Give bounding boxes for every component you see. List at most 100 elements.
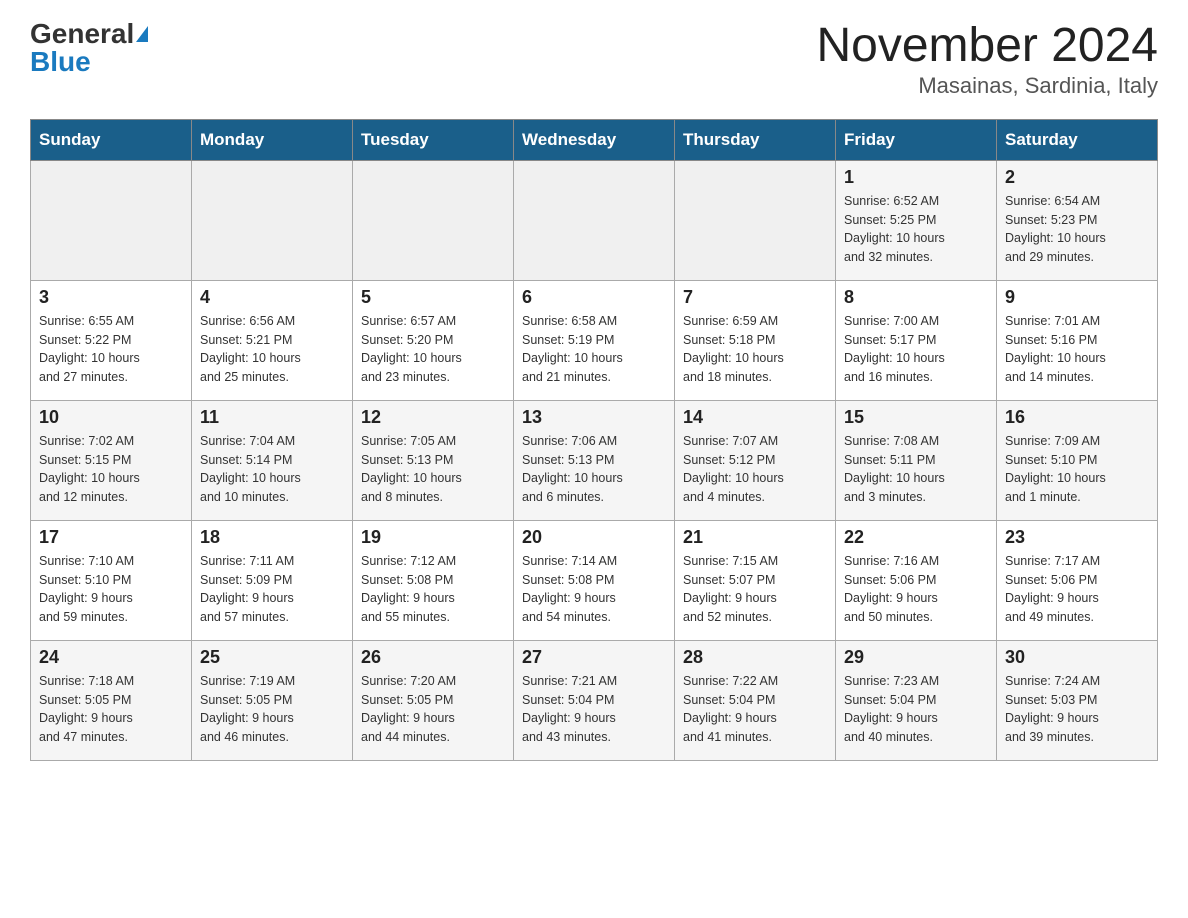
logo-triangle-icon [136,26,148,42]
day-number: 15 [844,407,988,428]
day-number: 13 [522,407,666,428]
calendar-cell: 12 Sunrise: 7:05 AM Sunset: 5:13 PM Dayli… [353,400,514,520]
calendar-cell [514,160,675,280]
header-row: SundayMondayTuesdayWednesdayThursdayFrid… [31,119,1158,160]
calendar-cell: 21 Sunrise: 7:15 AM Sunset: 5:07 PM Dayli… [675,520,836,640]
location-title: Masainas, Sardinia, Italy [816,73,1158,99]
day-info: Sunrise: 7:23 AM Sunset: 5:04 PM Dayligh… [844,672,988,747]
day-number: 11 [200,407,344,428]
calendar-cell: 7 Sunrise: 6:59 AM Sunset: 5:18 PM Daylig… [675,280,836,400]
calendar-cell: 22Sunrise: 7:16 AM Sunset: 5:06 PM Dayli… [836,520,997,640]
calendar-cell: 6 Sunrise: 6:58 AM Sunset: 5:19 PM Daylig… [514,280,675,400]
calendar-cell: 5 Sunrise: 6:57 AM Sunset: 5:20 PM Daylig… [353,280,514,400]
calendar-cell [31,160,192,280]
logo: General Blue [30,20,148,76]
day-info: Sunrise: 7:10 AM Sunset: 5:10 PM Dayligh… [39,552,183,627]
month-title: November 2024 [816,20,1158,73]
day-number: 22 [844,527,988,548]
day-number: 1 [844,167,988,188]
calendar-cell: 11 Sunrise: 7:04 AM Sunset: 5:14 PM Dayli… [192,400,353,520]
day-info: Sunrise: 7:09 AM Sunset: 5:10 PM Dayligh… [1005,432,1149,507]
day-info: Sunrise: 7:06 AM Sunset: 5:13 PM Dayligh… [522,432,666,507]
week-row-4: 17Sunrise: 7:10 AM Sunset: 5:10 PM Dayli… [31,520,1158,640]
calendar-cell: 17Sunrise: 7:10 AM Sunset: 5:10 PM Dayli… [31,520,192,640]
day-number: 30 [1005,647,1149,668]
day-info: Sunrise: 7:11 AM Sunset: 5:09 PM Dayligh… [200,552,344,627]
calendar-table: SundayMondayTuesdayWednesdayThursdayFrid… [30,119,1158,761]
day-info: Sunrise: 7:18 AM Sunset: 5:05 PM Dayligh… [39,672,183,747]
day-info: Sunrise: 6:54 AM Sunset: 5:23 PM Dayligh… [1005,192,1149,267]
header-monday: Monday [192,119,353,160]
header-tuesday: Tuesday [353,119,514,160]
day-number: 19 [361,527,505,548]
logo-blue-text: Blue [30,48,91,76]
day-number: 26 [361,647,505,668]
calendar-cell: 1 Sunrise: 6:52 AM Sunset: 5:25 PM Daylig… [836,160,997,280]
week-row-3: 10 Sunrise: 7:02 AM Sunset: 5:15 PM Dayli… [31,400,1158,520]
calendar-cell: 25 Sunrise: 7:19 AM Sunset: 5:05 PM Dayli… [192,640,353,760]
day-info: Sunrise: 7:12 AM Sunset: 5:08 PM Dayligh… [361,552,505,627]
week-row-1: 1 Sunrise: 6:52 AM Sunset: 5:25 PM Daylig… [31,160,1158,280]
header-friday: Friday [836,119,997,160]
calendar-cell: 4 Sunrise: 6:56 AM Sunset: 5:21 PM Daylig… [192,280,353,400]
calendar-cell [192,160,353,280]
day-info: Sunrise: 7:22 AM Sunset: 5:04 PM Dayligh… [683,672,827,747]
day-number: 4 [200,287,344,308]
day-number: 24 [39,647,183,668]
calendar-cell: 20Sunrise: 7:14 AM Sunset: 5:08 PM Dayli… [514,520,675,640]
week-row-5: 24 Sunrise: 7:18 AM Sunset: 5:05 PM Dayli… [31,640,1158,760]
day-info: Sunrise: 6:55 AM Sunset: 5:22 PM Dayligh… [39,312,183,387]
day-info: Sunrise: 7:07 AM Sunset: 5:12 PM Dayligh… [683,432,827,507]
day-info: Sunrise: 6:58 AM Sunset: 5:19 PM Dayligh… [522,312,666,387]
calendar-cell: 23Sunrise: 7:17 AM Sunset: 5:06 PM Dayli… [997,520,1158,640]
day-number: 23 [1005,527,1149,548]
day-number: 2 [1005,167,1149,188]
day-number: 18 [200,527,344,548]
day-number: 6 [522,287,666,308]
day-info: Sunrise: 7:19 AM Sunset: 5:05 PM Dayligh… [200,672,344,747]
title-block: November 2024 Masainas, Sardinia, Italy [816,20,1158,99]
calendar-cell: 28 Sunrise: 7:22 AM Sunset: 5:04 PM Dayli… [675,640,836,760]
day-number: 27 [522,647,666,668]
day-info: Sunrise: 7:14 AM Sunset: 5:08 PM Dayligh… [522,552,666,627]
day-number: 21 [683,527,827,548]
day-number: 12 [361,407,505,428]
calendar-cell [675,160,836,280]
day-number: 5 [361,287,505,308]
calendar-cell: 29Sunrise: 7:23 AM Sunset: 5:04 PM Dayli… [836,640,997,760]
calendar-cell: 15 Sunrise: 7:08 AM Sunset: 5:11 PM Dayli… [836,400,997,520]
calendar-cell: 16 Sunrise: 7:09 AM Sunset: 5:10 PM Dayli… [997,400,1158,520]
calendar-cell: 10 Sunrise: 7:02 AM Sunset: 5:15 PM Dayli… [31,400,192,520]
calendar-cell: 18 Sunrise: 7:11 AM Sunset: 5:09 PM Dayli… [192,520,353,640]
day-number: 25 [200,647,344,668]
day-number: 7 [683,287,827,308]
week-row-2: 3 Sunrise: 6:55 AM Sunset: 5:22 PM Daylig… [31,280,1158,400]
page-header: General Blue November 2024 Masainas, Sar… [30,20,1158,99]
day-info: Sunrise: 7:04 AM Sunset: 5:14 PM Dayligh… [200,432,344,507]
calendar-cell [353,160,514,280]
day-info: Sunrise: 6:56 AM Sunset: 5:21 PM Dayligh… [200,312,344,387]
day-info: Sunrise: 6:57 AM Sunset: 5:20 PM Dayligh… [361,312,505,387]
day-info: Sunrise: 7:02 AM Sunset: 5:15 PM Dayligh… [39,432,183,507]
day-info: Sunrise: 6:59 AM Sunset: 5:18 PM Dayligh… [683,312,827,387]
day-number: 28 [683,647,827,668]
day-info: Sunrise: 6:52 AM Sunset: 5:25 PM Dayligh… [844,192,988,267]
day-number: 14 [683,407,827,428]
day-number: 10 [39,407,183,428]
header-wednesday: Wednesday [514,119,675,160]
calendar-cell: 2 Sunrise: 6:54 AM Sunset: 5:23 PM Daylig… [997,160,1158,280]
day-info: Sunrise: 7:05 AM Sunset: 5:13 PM Dayligh… [361,432,505,507]
day-info: Sunrise: 7:00 AM Sunset: 5:17 PM Dayligh… [844,312,988,387]
day-info: Sunrise: 7:01 AM Sunset: 5:16 PM Dayligh… [1005,312,1149,387]
calendar-cell: 19 Sunrise: 7:12 AM Sunset: 5:08 PM Dayli… [353,520,514,640]
day-number: 9 [1005,287,1149,308]
day-info: Sunrise: 7:08 AM Sunset: 5:11 PM Dayligh… [844,432,988,507]
day-info: Sunrise: 7:20 AM Sunset: 5:05 PM Dayligh… [361,672,505,747]
day-info: Sunrise: 7:15 AM Sunset: 5:07 PM Dayligh… [683,552,827,627]
day-number: 16 [1005,407,1149,428]
calendar-cell: 27Sunrise: 7:21 AM Sunset: 5:04 PM Dayli… [514,640,675,760]
day-number: 8 [844,287,988,308]
day-number: 3 [39,287,183,308]
calendar-cell: 13 Sunrise: 7:06 AM Sunset: 5:13 PM Dayli… [514,400,675,520]
header-saturday: Saturday [997,119,1158,160]
